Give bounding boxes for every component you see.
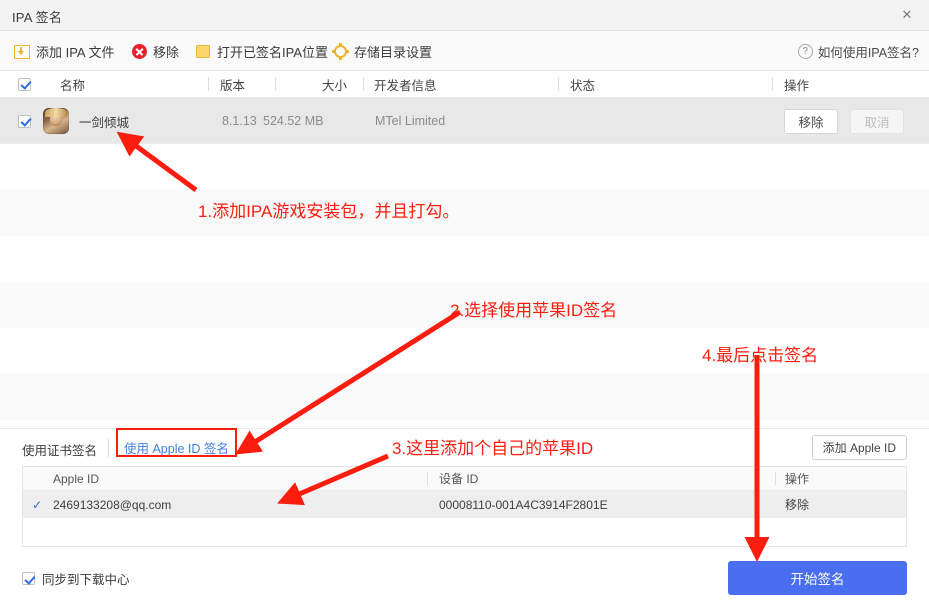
cell-apple-id: 2469133208@qq.com [53,497,172,512]
row-remove-button-wrap: 移除 [784,98,838,144]
column-divider [363,77,364,91]
storage-directory-settings-label: 存储目录设置 [354,44,433,60]
select-all-checkbox[interactable] [18,71,31,97]
apple-id-row[interactable]: ✓ 2469133208@qq.com 00008110-001A4C3914F… [23,491,906,518]
checkbox-glyph [18,114,31,128]
add-ipa-file-button[interactable]: 添加 IPA 文件 [14,31,115,71]
cell-app-name: 一剑倾城 [79,115,130,130]
remove-label: 移除 [153,44,180,60]
row-cancel-button[interactable]: 取消 [850,108,904,134]
folder-icon [196,44,211,58]
annotation-step-4: 4.最后点击签名 [702,346,819,365]
window-title: IPA 签名 [12,10,63,25]
remove-button[interactable]: 移除 [132,31,179,71]
col-header-status[interactable]: 状态 [570,71,595,97]
add-apple-id-button[interactable]: 添加 Apple ID [811,435,907,460]
open-signed-ipa-location-label: 打开已签名IPA位置 [217,44,328,60]
storage-directory-settings-button[interactable]: 存储目录设置 [332,31,433,71]
ipa-signing-window: IPA 签名 ✕ 添加 IPA 文件 移除 打开已签名IPA位置 存储目录设置 … [0,0,929,611]
apple-id-remove-link[interactable]: 移除 [785,491,809,518]
selected-check-icon: ✓ [32,497,43,512]
sync-to-download-center-checkbox[interactable]: 同步到下载中心 [22,569,130,588]
toolbar: 添加 IPA 文件 移除 打开已签名IPA位置 存储目录设置 ? 如何使用IPA… [0,31,929,71]
add-file-icon [14,44,30,59]
annotation-step-1: 1.添加IPA游戏安装包，并且打勾。 [198,202,460,221]
add-ipa-file-label: 添加 IPA 文件 [36,44,115,60]
row-cancel-button-wrap: 取消 [850,98,904,144]
help-label: 如何使用IPA签名? [817,45,919,60]
help-link[interactable]: ? 如何使用IPA签名? [797,31,919,71]
empty-list-row [0,190,929,236]
row-remove-button[interactable]: 移除 [784,108,838,134]
divider [108,439,109,457]
empty-list-row [0,374,929,420]
title-bar: IPA 签名 ✕ [0,0,929,31]
annotation-step-3: 3.这里添加个自己的苹果ID [392,439,594,458]
cell-version: 8.1.13 [222,114,257,128]
table-row[interactable]: 一剑倾城 8.1.13 524.52 MB MTel Limited 移除 取消 [0,98,929,144]
question-icon: ? [797,43,813,59]
checkbox-glyph [18,77,31,91]
checkbox-glyph [22,572,35,585]
column-divider [558,77,559,91]
column-divider [275,77,276,91]
col-header-developer[interactable]: 开发者信息 [374,71,437,97]
close-icon[interactable]: ✕ [885,0,929,30]
remove-circle-icon [132,43,147,59]
cell-size: 524.52 MB [263,114,324,128]
column-divider [772,77,773,91]
cell-developer: MTel Limited [375,114,446,128]
certificate-sign-label[interactable]: 使用证书签名 [22,440,97,459]
col-header-device-id: 设备 ID [439,472,479,486]
cell-device-id: 00008110-001A4C3914F2801E [439,497,608,512]
column-divider [208,77,209,91]
apple-id-table-header: Apple ID 设备 ID 操作 [23,467,906,491]
col-header-name[interactable]: 名称 [60,71,85,97]
col-header-action: 操作 [785,472,810,486]
row-checkbox[interactable] [18,98,31,144]
app-list-header: 名称 版本 大小 开发者信息 状态 操作 [0,71,929,98]
annotation-step-2: 2.选择使用苹果ID签名 [450,301,618,320]
empty-list-row [0,144,929,190]
apple-id-table: Apple ID 设备 ID 操作 ✓ 2469133208@qq.com 00… [22,466,907,547]
col-header-version[interactable]: 版本 [220,71,245,97]
col-header-size[interactable]: 大小 [322,71,347,97]
app-list-body: 一剑倾城 8.1.13 524.52 MB MTel Limited 移除 取消 [0,98,929,428]
col-header-action[interactable]: 操作 [784,71,809,97]
col-header-apple-id: Apple ID [53,471,100,486]
start-signing-button[interactable]: 开始签名 [728,561,907,595]
gear-icon [332,42,349,60]
open-signed-ipa-location-button[interactable]: 打开已签名IPA位置 [196,31,328,71]
annotation-highlight-box [116,428,237,457]
avatar [43,98,69,144]
empty-list-row [0,236,929,282]
sync-label: 同步到下载中心 [42,573,130,587]
